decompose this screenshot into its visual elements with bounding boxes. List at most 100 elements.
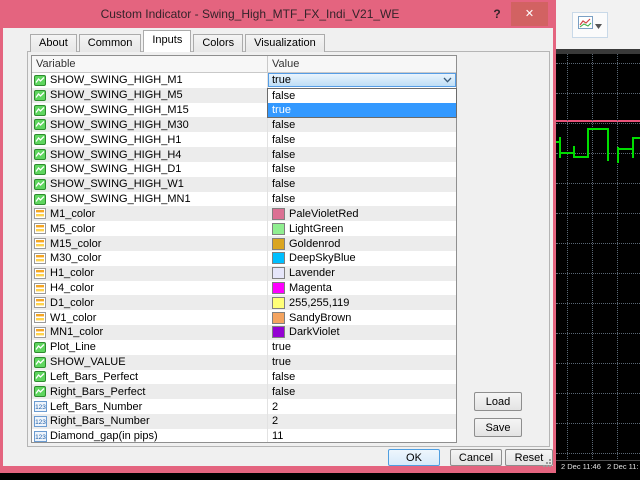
variable-value: false bbox=[272, 148, 296, 161]
color-input-icon bbox=[34, 282, 47, 294]
table-row[interactable]: M5_color LightGreen bbox=[32, 221, 456, 237]
time-axis-separator bbox=[556, 460, 640, 461]
table-row[interactable]: 123 Left_Bars_Number 2 bbox=[32, 399, 456, 415]
time-axis-label: 2 Dec 11: bbox=[607, 462, 639, 471]
variable-name: H1_color bbox=[50, 267, 95, 280]
bool-input-icon bbox=[34, 104, 47, 116]
chevron-down-icon bbox=[443, 77, 452, 83]
cancel-button[interactable]: Cancel bbox=[450, 449, 502, 466]
grid-line-vertical bbox=[617, 54, 618, 459]
tab-label: Colors bbox=[202, 37, 235, 49]
candle-segment bbox=[632, 137, 640, 139]
svg-text:123: 123 bbox=[35, 419, 46, 426]
variable-value: PaleVioletRed bbox=[289, 207, 359, 220]
table-row[interactable]: M15_color Goldenrod bbox=[32, 236, 456, 251]
table-row[interactable]: W1_color SandyBrown bbox=[32, 310, 456, 326]
variable-name: Right_Bars_Perfect bbox=[50, 385, 146, 398]
table-row[interactable]: SHOW_VALUE true bbox=[32, 354, 456, 370]
variable-value: true bbox=[272, 341, 291, 354]
candle-segment bbox=[632, 137, 634, 158]
color-swatch bbox=[272, 252, 285, 265]
table-row[interactable]: Left_Bars_Perfect false bbox=[32, 369, 456, 385]
color-input-icon bbox=[34, 238, 47, 250]
table-row[interactable]: M30_color DeepSkyBlue bbox=[32, 250, 456, 266]
tab-visualization[interactable]: Visualization bbox=[245, 34, 325, 52]
variable-value: Goldenrod bbox=[289, 237, 341, 250]
indicators-toolbar-button[interactable] bbox=[572, 12, 608, 38]
variable-value: false bbox=[272, 178, 296, 191]
variable-name: SHOW_SWING_HIGH_W1 bbox=[50, 178, 184, 191]
candle-segment bbox=[617, 148, 633, 150]
svg-text:123: 123 bbox=[35, 404, 46, 411]
table-row[interactable]: SHOW_SWING_HIGH_MN1 false bbox=[32, 191, 456, 207]
table-row[interactable]: SHOW_SWING_HIGH_M30 false bbox=[32, 117, 456, 133]
value-combobox[interactable]: true bbox=[268, 73, 456, 87]
grid-line-horizontal bbox=[556, 123, 640, 124]
tab-about[interactable]: About bbox=[30, 34, 77, 52]
dropdown-option[interactable]: false bbox=[268, 89, 456, 103]
indicator-icon bbox=[578, 16, 593, 34]
variable-value: DarkViolet bbox=[289, 326, 340, 339]
table-row[interactable]: M1_color PaleVioletRed bbox=[32, 206, 456, 222]
close-button[interactable]: ✕ bbox=[511, 2, 548, 26]
variable-value: true bbox=[272, 356, 291, 369]
dropdown-option[interactable]: true bbox=[268, 103, 456, 117]
bool-input-icon bbox=[34, 371, 47, 383]
table-row[interactable]: H4_color Magenta bbox=[32, 280, 456, 296]
variable-name: SHOW_SWING_HIGH_D1 bbox=[50, 163, 182, 176]
svg-text:123: 123 bbox=[35, 434, 46, 441]
variable-value: DeepSkyBlue bbox=[289, 252, 356, 265]
grid-line-horizontal bbox=[556, 273, 640, 274]
dialog-border-right bbox=[553, 28, 556, 473]
variable-name: Right_Bars_Number bbox=[50, 415, 150, 428]
grid-line-vertical bbox=[592, 54, 593, 459]
ok-button[interactable]: OK bbox=[388, 449, 440, 466]
variable-value: false bbox=[272, 193, 296, 206]
column-header-value: Value bbox=[272, 58, 300, 70]
load-button[interactable]: Load bbox=[474, 392, 522, 411]
grid-line-vertical bbox=[567, 54, 568, 459]
variable-name: Plot_Line bbox=[50, 341, 96, 354]
resize-grip-icon[interactable] bbox=[542, 455, 552, 467]
candle-segment bbox=[559, 137, 561, 158]
color-swatch bbox=[272, 237, 285, 250]
price-chart: 2 Dec 11:46 2 Dec 11: bbox=[556, 54, 640, 473]
tab-common[interactable]: Common bbox=[78, 34, 142, 52]
bool-input-icon bbox=[34, 163, 47, 175]
help-button[interactable]: ? bbox=[486, 4, 508, 24]
table-row[interactable]: H1_color Lavender bbox=[32, 265, 456, 281]
bool-input-icon bbox=[34, 89, 47, 101]
variable-name: Diamond_gap(in pips) bbox=[50, 430, 158, 443]
tab-inputs[interactable]: Inputs bbox=[143, 30, 192, 52]
table-row[interactable]: Right_Bars_Perfect false bbox=[32, 384, 456, 400]
candle-segment bbox=[607, 128, 609, 161]
variable-name: W1_color bbox=[50, 311, 97, 324]
table-row[interactable]: MN1_color DarkViolet bbox=[32, 325, 456, 340]
tab-colors[interactable]: Colors bbox=[193, 34, 244, 52]
variable-value: 255,255,119 bbox=[289, 296, 350, 309]
pink-level-line bbox=[556, 120, 640, 122]
color-input-icon bbox=[34, 208, 47, 220]
grid-line-horizontal bbox=[556, 333, 640, 334]
variable-name: Left_Bars_Number bbox=[50, 400, 143, 413]
table-row[interactable]: SHOW_SWING_HIGH_W1 false bbox=[32, 176, 456, 192]
table-row[interactable]: Plot_Line true bbox=[32, 339, 456, 355]
variable-value: 11 bbox=[272, 430, 284, 443]
table-row[interactable]: SHOW_SWING_HIGH_H4 false bbox=[32, 147, 456, 162]
variable-name: M30_color bbox=[50, 252, 102, 265]
bool-input-icon bbox=[34, 119, 47, 131]
table-row[interactable]: D1_color 255,255,119 bbox=[32, 295, 456, 311]
table-row[interactable]: SHOW_SWING_HIGH_H1 false bbox=[32, 132, 456, 148]
table-row[interactable]: 123 Diamond_gap(in pips) 11 bbox=[32, 428, 456, 443]
save-button[interactable]: Save bbox=[474, 418, 522, 437]
color-input-icon bbox=[34, 312, 47, 324]
table-row[interactable]: 123 Right_Bars_Number 2 bbox=[32, 414, 456, 429]
variable-value: false bbox=[272, 370, 296, 383]
grid-line-horizontal bbox=[556, 363, 640, 364]
grid-line-horizontal bbox=[556, 183, 640, 184]
candle-segment bbox=[573, 156, 588, 158]
table-row[interactable]: SHOW_SWING_HIGH_D1 false bbox=[32, 161, 456, 177]
variable-value: Magenta bbox=[289, 282, 332, 294]
color-swatch bbox=[272, 282, 285, 294]
bool-input-icon bbox=[34, 178, 47, 190]
